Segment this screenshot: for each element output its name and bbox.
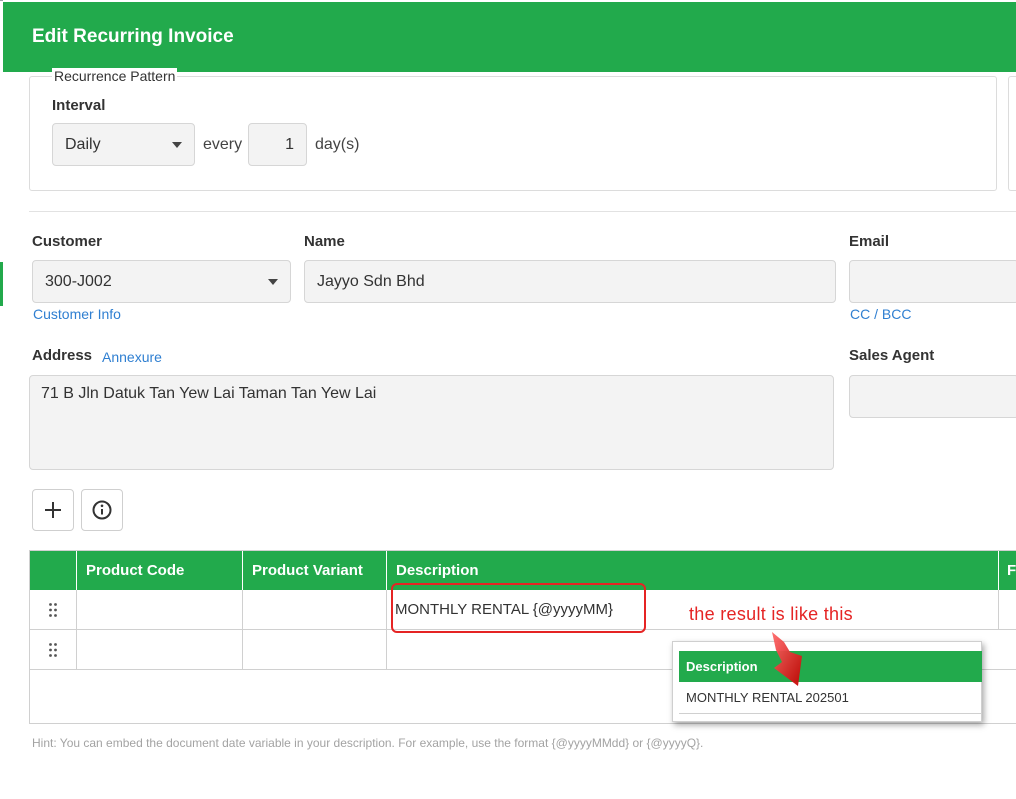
- interval-value: Daily: [65, 136, 101, 153]
- chevron-down-icon: [172, 142, 182, 148]
- column-header-truncated[interactable]: F: [998, 551, 1016, 590]
- email-field[interactable]: [849, 260, 1016, 303]
- every-label: every: [203, 136, 243, 153]
- result-preview-panel: Description MONTHLY RENTAL 202501: [672, 641, 982, 722]
- column-header-product-code[interactable]: Product Code: [76, 551, 242, 590]
- drag-handle-icon[interactable]: [30, 590, 76, 629]
- cc-bcc-link[interactable]: CC / BCC: [850, 306, 911, 322]
- dialog-header: Edit Recurring Invoice: [3, 2, 1016, 72]
- interval-select[interactable]: Daily: [52, 123, 195, 166]
- highlight-box: [391, 583, 646, 633]
- arrow-icon: [772, 632, 802, 686]
- address-textarea[interactable]: 71 B Jln Datuk Tan Yew Lai Taman Tan Yew…: [29, 375, 834, 470]
- product-code-cell[interactable]: [76, 590, 242, 629]
- drag-handle-icon[interactable]: [30, 630, 76, 669]
- annexure-link[interactable]: Annexure: [102, 349, 162, 365]
- hint-text: Hint: You can embed the document date va…: [32, 736, 704, 750]
- email-label: Email: [849, 233, 890, 250]
- product-variant-cell[interactable]: [242, 590, 386, 629]
- address-label: Address: [32, 347, 93, 364]
- product-code-cell[interactable]: [76, 630, 242, 669]
- result-preview-header: Description: [679, 651, 982, 682]
- customer-select[interactable]: 300-J002: [32, 260, 291, 303]
- dialog-title: Edit Recurring Invoice: [32, 26, 234, 47]
- interval-label: Interval: [52, 97, 106, 114]
- name-field[interactable]: Jayyo Sdn Bhd: [304, 260, 836, 303]
- unit-label: day(s): [315, 136, 360, 153]
- info-button[interactable]: [81, 489, 123, 531]
- name-label: Name: [304, 233, 345, 250]
- side-panel-edge: [1008, 76, 1016, 191]
- sales-agent-label: Sales Agent: [849, 347, 935, 364]
- truncated-cell[interactable]: [998, 590, 1016, 629]
- column-header-product-variant[interactable]: Product Variant: [242, 551, 386, 590]
- chevron-down-icon: [268, 279, 278, 285]
- info-icon: [92, 500, 112, 520]
- recurrence-pattern-legend: Recurrence Pattern: [52, 68, 178, 84]
- add-row-button[interactable]: [32, 489, 74, 531]
- sales-agent-field[interactable]: [849, 375, 1016, 418]
- customer-info-link[interactable]: Customer Info: [33, 306, 121, 322]
- customer-label: Customer: [32, 233, 103, 250]
- section-divider: [29, 211, 1016, 212]
- customer-value: 300-J002: [45, 273, 112, 290]
- product-variant-cell[interactable]: [242, 630, 386, 669]
- result-preview-value: MONTHLY RENTAL 202501: [679, 682, 982, 714]
- every-input[interactable]: 1: [248, 123, 307, 166]
- annotation-text: the result is like this: [689, 604, 853, 624]
- plus-icon: [45, 502, 61, 518]
